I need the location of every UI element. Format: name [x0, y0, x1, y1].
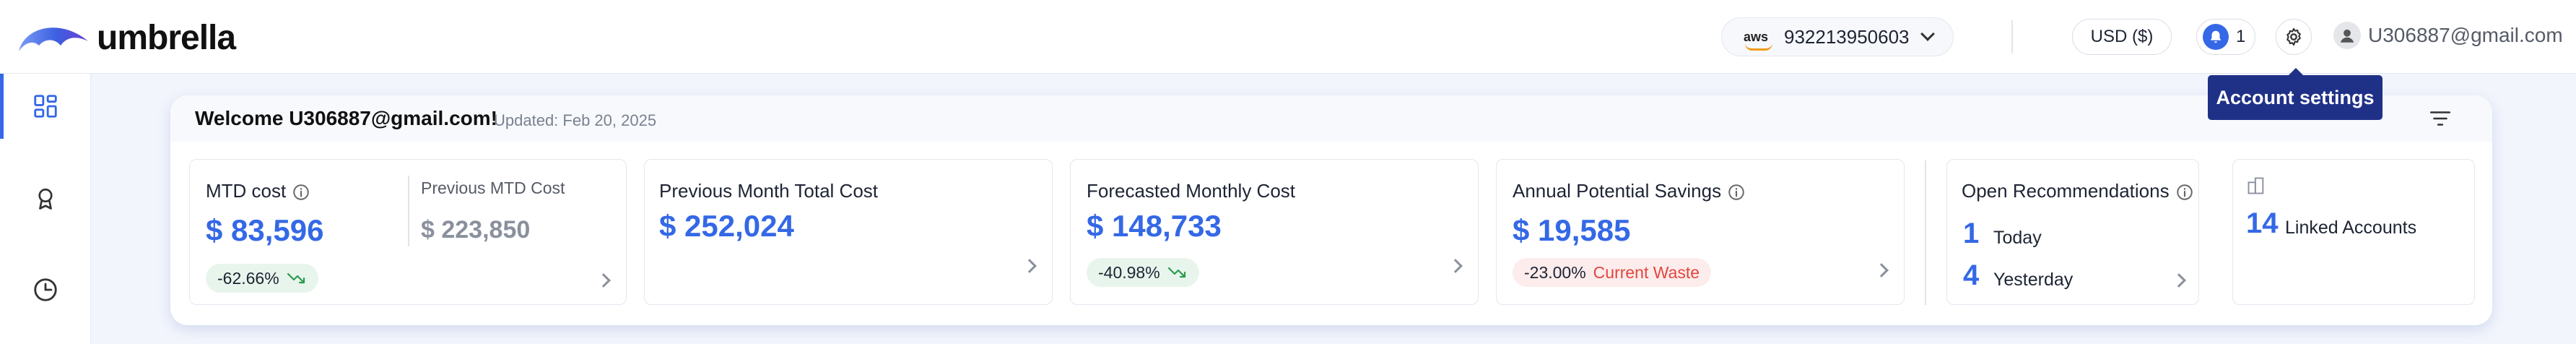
brand-name: umbrella	[97, 18, 236, 57]
notifications-button[interactable]: 1	[2196, 19, 2255, 55]
filter-button[interactable]	[2426, 104, 2455, 133]
account-selector[interactable]: aws 932213950603	[1721, 17, 1954, 56]
dashboard-icon	[34, 95, 57, 118]
bell-icon	[2203, 24, 2229, 50]
trend-down-icon	[1167, 267, 1185, 278]
updated-date: Updated: Feb 20, 2025	[494, 111, 657, 129]
chevron-right-icon	[596, 273, 611, 288]
chevron-right-icon	[1874, 263, 1889, 278]
building-icon	[2248, 177, 2264, 194]
trend-down-icon	[287, 272, 305, 284]
info-icon[interactable]	[292, 183, 310, 202]
recommendations-today-label: Today	[1993, 228, 2042, 248]
user-email: U306887@gmail.com	[2368, 24, 2563, 46]
panel-header: Welcome U306887@gmail.com! Updated: Feb …	[170, 95, 2492, 142]
savings-value: $ 19,585	[1513, 213, 1631, 247]
recommendations-today-count: 1	[1963, 218, 1980, 249]
savings-title: Annual Potential Savings	[1513, 180, 1746, 202]
savings-change-badge: -23.00% Current Waste	[1513, 258, 1712, 287]
recommendations-yesterday-label: Yesterday	[1993, 270, 2074, 290]
potential-savings-card[interactable]: Annual Potential Savings $ 19,585 -23.00…	[1496, 159, 1905, 305]
cost-summary-panel: Welcome U306887@gmail.com! Updated: Feb …	[170, 95, 2492, 325]
sidebar-item-recommendations[interactable]	[0, 166, 91, 231]
previous-month-cost-card[interactable]: Previous Month Total Cost $ 252,024	[644, 159, 1053, 305]
previous-month-title: Previous Month Total Cost	[659, 180, 878, 202]
brand-logo[interactable]: umbrella	[16, 16, 236, 59]
mtd-cost-value: $ 83,596	[206, 213, 324, 247]
forecasted-cost-card[interactable]: Forecasted Monthly Cost $ 148,733 -40.98…	[1070, 159, 1479, 305]
forecast-title: Forecasted Monthly Cost	[1087, 180, 1296, 202]
recommendations-yesterday-count: 4	[1963, 259, 1980, 291]
sidebar	[0, 74, 91, 344]
sidebar-item-dashboard[interactable]	[0, 74, 91, 139]
currency-selector[interactable]: USD ($)	[2072, 19, 2172, 55]
filter-icon	[2429, 111, 2451, 126]
user-avatar-icon	[2333, 22, 2361, 49]
account-id: 932213950603	[1784, 25, 1910, 48]
mtd-divider	[408, 176, 409, 246]
forecast-change-badge: -40.98%	[1087, 258, 1199, 287]
umbrella-logo-icon	[19, 27, 88, 51]
mtd-cost-title: MTD cost	[206, 180, 310, 202]
account-settings-button[interactable]	[2276, 19, 2312, 55]
previous-month-value: $ 252,024	[659, 209, 794, 243]
mtd-change-badge: -62.66%	[206, 264, 318, 293]
current-waste-label: Current Waste	[1593, 262, 1700, 282]
account-settings-tooltip: Account settings	[2208, 68, 2383, 120]
previous-mtd-value: $ 223,850	[421, 216, 531, 244]
award-ribbon-icon	[38, 188, 53, 210]
user-menu[interactable]: U306887@gmail.com	[2333, 22, 2563, 49]
forecast-value: $ 148,733	[1087, 209, 1222, 243]
chevron-right-icon	[1022, 259, 1037, 273]
chevron-right-icon	[2172, 273, 2186, 288]
gear-icon	[2286, 27, 2301, 46]
linked-accounts-count: 14	[2246, 207, 2279, 239]
chevron-right-icon	[1448, 259, 1463, 273]
cards-divider	[1925, 160, 1926, 305]
info-icon[interactable]	[2175, 183, 2194, 202]
top-bar: umbrella aws 932213950603 USD ($) 1 U306…	[0, 0, 2576, 74]
aws-icon: aws	[1744, 30, 1775, 51]
recommendations-title: Open Recommendations	[1962, 180, 2194, 202]
notification-count: 1	[2236, 27, 2246, 46]
clock-icon	[34, 278, 57, 301]
welcome-text: Welcome U306887@gmail.com!	[195, 107, 497, 129]
linked-accounts-card[interactable]: 14 Linked Accounts	[2232, 159, 2475, 305]
header-divider	[2011, 20, 2013, 53]
info-icon[interactable]	[1727, 183, 1746, 202]
linked-accounts-label: Linked Accounts	[2285, 218, 2417, 238]
sidebar-item-history[interactable]	[0, 257, 91, 322]
previous-mtd-label: Previous MTD Cost	[421, 179, 565, 197]
open-recommendations-card[interactable]: Open Recommendations 1 Today 4 Yesterday	[1946, 159, 2199, 305]
chevron-down-icon	[1920, 27, 1935, 41]
mtd-cost-card[interactable]: MTD cost $ 83,596 -62.66% Previous MTD C…	[189, 159, 627, 305]
